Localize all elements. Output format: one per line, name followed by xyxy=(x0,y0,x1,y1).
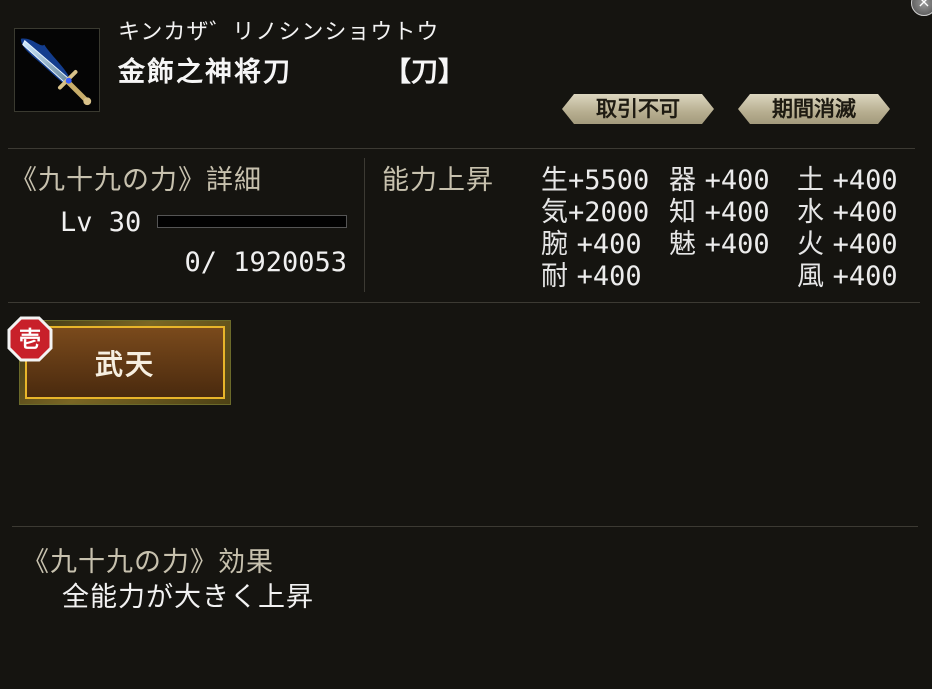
sword-item-icon xyxy=(14,28,100,112)
stat-key: 風 xyxy=(797,261,824,292)
skill-rank-badge: 壱 xyxy=(7,316,53,362)
effect-description: 全能力が大きく上昇 xyxy=(62,582,314,613)
effect-title: 《九十九の力》効果 xyxy=(22,547,274,578)
divider xyxy=(8,302,920,303)
stat-entry: 魅 +400 xyxy=(669,222,770,261)
level-label: Lv 30 xyxy=(60,207,142,238)
stat-key: 耐 xyxy=(541,261,568,292)
power-detail-title: 《九十九の力》詳細 xyxy=(10,165,262,196)
item-type: 【刀】 xyxy=(384,57,465,88)
item-name: 金飾之神将刀 xyxy=(118,57,292,88)
stat-value: +400 xyxy=(576,261,642,292)
octagon-badge-icon: 壱 xyxy=(7,316,53,362)
exp-value: 0/ 1920053 xyxy=(184,247,347,278)
close-button[interactable]: × xyxy=(911,0,932,16)
stat-value: +400 xyxy=(832,261,898,292)
untradeable-tag: 取引不可 xyxy=(562,94,714,124)
stat-value: +400 xyxy=(704,229,770,260)
divider xyxy=(8,148,915,149)
expiry-tag: 期間消滅 xyxy=(738,94,890,124)
divider xyxy=(12,526,918,527)
sword-icon xyxy=(20,38,92,106)
badge-label: 壱 xyxy=(19,328,41,353)
ability-title: 能力上昇 xyxy=(382,165,494,196)
exp-bar xyxy=(157,215,347,228)
divider xyxy=(364,158,365,292)
stat-entry: 耐 +400 xyxy=(541,254,642,293)
stat-entry: 風 +400 xyxy=(797,254,898,293)
item-reading: キンカザ゛リノシンショウトウ xyxy=(118,20,440,45)
stat-key: 魅 xyxy=(669,229,696,260)
skill-name: 武天 xyxy=(25,326,225,399)
